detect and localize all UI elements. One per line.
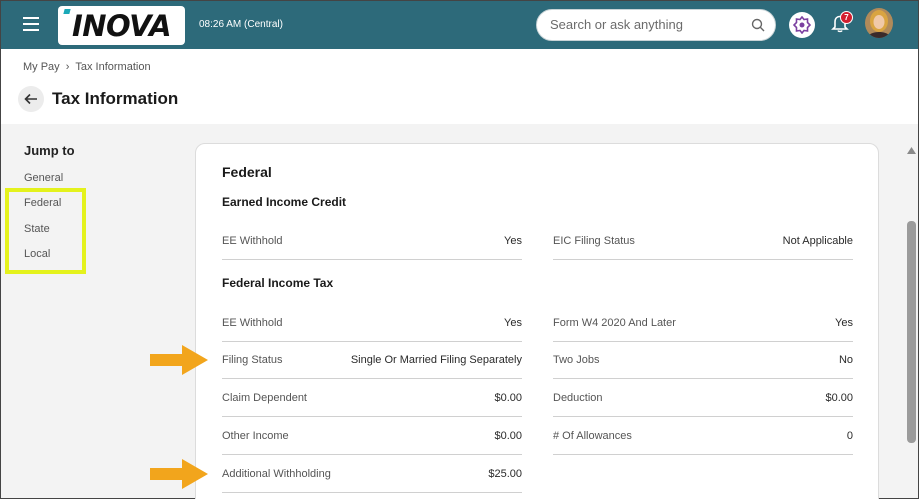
field-label: Claim Dependent bbox=[222, 392, 307, 404]
field-label: EIC Filing Status bbox=[553, 235, 635, 247]
page-title: Tax Information bbox=[52, 89, 179, 108]
field-value: $0.00 bbox=[825, 392, 853, 404]
breadcrumb-current: Tax Information bbox=[75, 61, 151, 73]
federal-card: Federal Earned Income Credit EE Withhold… bbox=[195, 143, 879, 499]
fit-ee-withhold-row: EE Withhold Yes bbox=[222, 304, 522, 342]
field-label: Additional Withholding bbox=[222, 468, 331, 480]
assistant-icon[interactable] bbox=[789, 12, 815, 38]
breadcrumb: My Pay › Tax Information bbox=[23, 61, 151, 73]
eic-section-title: Earned Income Credit bbox=[222, 195, 347, 209]
field-value: Not Applicable bbox=[782, 235, 853, 247]
user-avatar[interactable] bbox=[865, 8, 893, 38]
inova-logo[interactable]: INOVA bbox=[58, 6, 185, 45]
fit-deduction-row: Deduction $0.00 bbox=[553, 379, 853, 417]
fit-additional-withholding-row: Additional Withholding $25.00 bbox=[222, 455, 522, 493]
field-value: Yes bbox=[504, 235, 522, 247]
eic-filing-status-row: EIC Filing Status Not Applicable bbox=[553, 222, 853, 260]
field-value: No bbox=[838, 354, 853, 366]
annotation-arrow-icon bbox=[150, 345, 208, 375]
field-value: 0 bbox=[846, 430, 853, 442]
fit-allowances-row: # Of Allowances 0 bbox=[553, 417, 853, 455]
field-label: Two Jobs bbox=[553, 354, 600, 366]
scroll-up-arrow-icon[interactable] bbox=[906, 146, 917, 155]
fit-section-title: Federal Income Tax bbox=[222, 276, 334, 290]
notification-count-badge: 7 bbox=[840, 11, 853, 24]
arrow-left-icon bbox=[24, 93, 37, 105]
field-value: Yes bbox=[835, 317, 853, 329]
fit-filing-status-row: Filing Status Single Or Married Filing S… bbox=[222, 341, 522, 379]
scrollbar-thumb[interactable] bbox=[907, 221, 916, 443]
back-button[interactable] bbox=[18, 86, 44, 112]
field-label: Filing Status bbox=[222, 354, 283, 366]
eic-ee-withhold-row: EE Withhold Yes bbox=[222, 222, 522, 260]
search-icon[interactable] bbox=[751, 18, 765, 32]
logo-text: INOVA bbox=[71, 8, 172, 43]
search-input[interactable] bbox=[550, 17, 740, 32]
fit-claim-dependent-row: Claim Dependent $0.00 bbox=[222, 379, 522, 417]
field-label: Form W4 2020 And Later bbox=[553, 317, 676, 329]
highlight-annotation-box bbox=[5, 188, 86, 274]
annotation-arrow-icon bbox=[150, 459, 208, 489]
field-value: Yes bbox=[504, 317, 522, 329]
field-value: $0.00 bbox=[494, 430, 522, 442]
field-label: Deduction bbox=[553, 392, 603, 404]
field-value: $0.00 bbox=[494, 392, 522, 404]
fit-form-w4-row: Form W4 2020 And Later Yes bbox=[553, 304, 853, 342]
jump-link-general[interactable]: General bbox=[24, 172, 63, 184]
field-label: Other Income bbox=[222, 430, 289, 442]
current-time: 08:26 AM (Central) bbox=[199, 19, 283, 30]
field-label: EE Withhold bbox=[222, 317, 283, 329]
field-label: # Of Allowances bbox=[553, 430, 632, 442]
fit-other-income-row: Other Income $0.00 bbox=[222, 417, 522, 455]
chevron-right-icon: › bbox=[65, 61, 70, 73]
breadcrumb-my-pay[interactable]: My Pay bbox=[23, 61, 60, 73]
jump-to-title: Jump to bbox=[24, 143, 75, 158]
search-box[interactable] bbox=[536, 9, 776, 41]
fit-two-jobs-row: Two Jobs No bbox=[553, 341, 853, 379]
federal-section-title: Federal bbox=[222, 164, 272, 180]
hamburger-menu-icon[interactable] bbox=[23, 17, 39, 31]
title-area: My Pay › Tax Information Tax Information bbox=[1, 49, 918, 124]
field-value: $25.00 bbox=[488, 468, 522, 480]
logo-accent bbox=[63, 9, 71, 14]
top-navigation-bar: INOVA 08:26 AM (Central) 7 bbox=[1, 1, 918, 49]
field-value: Single Or Married Filing Separately bbox=[350, 354, 522, 366]
field-label: EE Withhold bbox=[222, 235, 283, 247]
